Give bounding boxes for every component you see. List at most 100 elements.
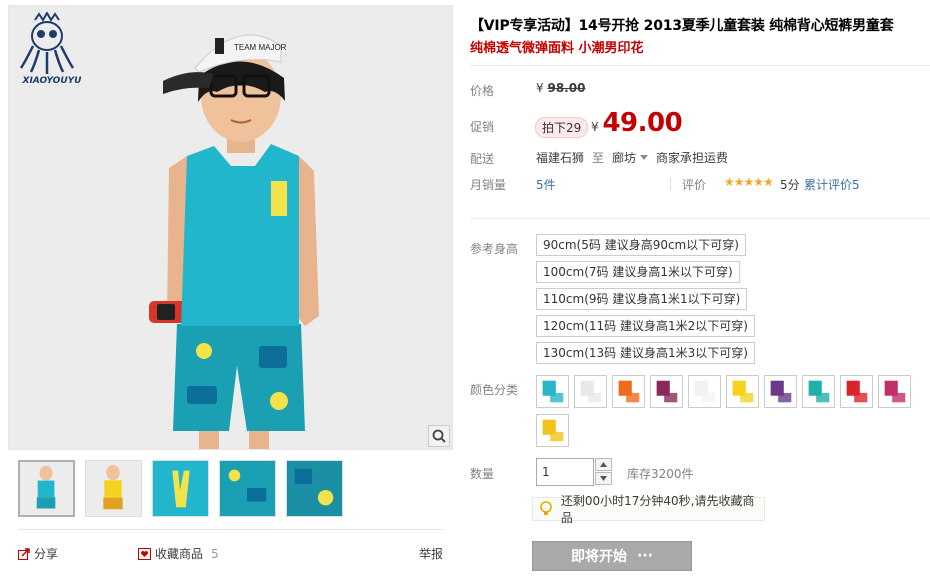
- color-swatch[interactable]: [726, 375, 759, 408]
- coming-soon-button[interactable]: 即将开始 ···: [532, 541, 692, 571]
- product-title: 【VIP专享活动】14号开抢 2013夏季儿童套装 纯棉背心短裤男童套: [470, 18, 894, 34]
- triangle-up-icon: [600, 462, 607, 467]
- promo-price-value: 49.00: [602, 108, 683, 138]
- divider: [470, 65, 930, 66]
- color-swatch-image: [765, 376, 796, 407]
- color-swatch[interactable]: [650, 375, 683, 408]
- color-swatch-image: [537, 415, 568, 446]
- original-price: ¥ 98.00: [536, 81, 585, 95]
- thumbnail-4-image: [220, 461, 275, 516]
- size-options: 90cm(5码 建议身高90cm以下可穿) 100cm(7码 建议身高1米以下可…: [536, 234, 836, 369]
- rating-stars-icon: ★★★★★: [724, 175, 774, 189]
- color-swatch-image: [727, 376, 758, 407]
- color-swatch[interactable]: [764, 375, 797, 408]
- color-swatch-image: [613, 376, 644, 407]
- original-price-currency: ¥: [536, 81, 544, 95]
- share-label: 分享: [34, 547, 59, 561]
- cap-text: TEAM MAJOR: [234, 43, 287, 52]
- octopus-logo-icon: [19, 10, 75, 74]
- promo-price-currency: ¥: [591, 120, 599, 134]
- quantity-increment[interactable]: [595, 458, 612, 471]
- report-link[interactable]: 举报: [419, 545, 443, 562]
- sales-row: 月销量 5件 评价 ★★★★★ 5分 累计评价5: [470, 175, 930, 193]
- review-count-link[interactable]: 累计评价5: [804, 176, 860, 193]
- color-swatch[interactable]: [802, 375, 835, 408]
- thumbnail-strip: [18, 460, 343, 517]
- monthly-sales-value: 5件: [536, 178, 556, 192]
- shipping-note: 商家承担运费: [656, 151, 729, 165]
- coming-soon-label: 即将开始: [571, 549, 628, 565]
- countdown-notice: 还剩00小时17分钟40秒,请先收藏商品: [532, 494, 765, 525]
- favorite-count: 5: [211, 546, 219, 561]
- price-label: 价格: [470, 84, 495, 98]
- color-label: 颜色分类: [470, 383, 519, 397]
- divider: [18, 529, 443, 530]
- thumbnail-2[interactable]: [85, 460, 142, 517]
- color-swatch[interactable]: [688, 375, 721, 408]
- shipping-destination-select[interactable]: 廊坊: [612, 149, 649, 166]
- zoom-button[interactable]: [428, 425, 450, 447]
- promo-price: ¥ 49.00: [591, 108, 683, 138]
- color-swatch-image: [879, 376, 910, 407]
- favorite-icon: [138, 547, 151, 560]
- size-option[interactable]: 100cm(7码 建议身高1米以下可穿): [536, 261, 740, 283]
- favorite-button[interactable]: 收藏商品 5: [138, 545, 219, 562]
- shipping-info: 福建石狮 至 廊坊 商家承担运费: [536, 149, 728, 166]
- main-product-photo[interactable]: TEAM MAJOR XIAOYOUYU: [8, 5, 453, 450]
- color-swatch[interactable]: [840, 375, 873, 408]
- rating-score: 5分: [780, 178, 800, 192]
- color-swatch-image: [575, 376, 606, 407]
- thumbnail-5[interactable]: [286, 460, 343, 517]
- thumbnail-4[interactable]: [219, 460, 276, 517]
- share-icon: [18, 547, 30, 560]
- thumbnail-3[interactable]: [152, 460, 209, 517]
- color-swatch-image: [689, 376, 720, 407]
- share-button[interactable]: 分享: [18, 545, 58, 562]
- color-swatch-image: [841, 376, 872, 407]
- quantity-decrement[interactable]: [595, 472, 612, 485]
- original-price-value: 98.00: [547, 81, 586, 95]
- shipping-destination: 廊坊: [612, 151, 637, 165]
- thumbnail-2-image: [86, 461, 141, 516]
- triangle-down-icon: [600, 476, 607, 481]
- chevron-down-icon: [640, 154, 649, 160]
- coming-soon-dots: ···: [637, 548, 653, 564]
- color-swatch[interactable]: [536, 375, 569, 408]
- color-swatch[interactable]: [574, 375, 607, 408]
- color-swatch[interactable]: [878, 375, 911, 408]
- thumbnail-5-image: [287, 461, 342, 516]
- quantity-label: 数量: [470, 467, 495, 481]
- color-swatch[interactable]: [612, 375, 645, 408]
- divider: [470, 218, 930, 219]
- color-swatch-image: [651, 376, 682, 407]
- review-label: 累计评价: [804, 178, 853, 192]
- product-details: 【VIP专享活动】14号开抢 2013夏季儿童套装 纯棉背心短裤男童套 纯棉透气…: [470, 14, 930, 60]
- color-swatch-image: [803, 376, 834, 407]
- divider: [670, 178, 671, 190]
- quantity-input[interactable]: [536, 458, 594, 486]
- countdown-text: 还剩00小时17分钟40秒,请先收藏商品: [560, 494, 755, 525]
- monthly-sales-label: 月销量: [470, 178, 507, 192]
- thumbnail-1[interactable]: [18, 460, 75, 517]
- thumbnail-1-image: [20, 462, 73, 515]
- favorite-label: 收藏商品: [155, 547, 204, 561]
- shipping-label: 配送: [470, 152, 495, 166]
- size-option[interactable]: 120cm(11码 建议身高1米2以下可穿): [536, 315, 755, 337]
- review-count: 5: [852, 178, 860, 192]
- shipping-to-word: 至: [592, 151, 605, 165]
- product-gallery: TEAM MAJOR XIAOYOUYU 分享 收藏商品 5 举报: [8, 5, 453, 572]
- magnifier-icon: [432, 429, 446, 443]
- brand-logo: XIAOYOUYU: [17, 10, 81, 88]
- color-swatch-image: [537, 376, 568, 407]
- rating-label: 评价: [682, 178, 707, 192]
- promo-label: 促销: [470, 120, 495, 134]
- size-option[interactable]: 110cm(9码 建议身高1米1以下可穿): [536, 288, 748, 310]
- color-swatch[interactable]: [536, 414, 569, 447]
- size-option[interactable]: 130cm(13码 建议身高1米3以下可穿): [536, 342, 755, 364]
- social-bar: 分享 收藏商品 5 举报: [18, 545, 443, 561]
- lightbulb-icon: [539, 501, 553, 517]
- shipping-from: 福建石狮: [536, 151, 585, 165]
- size-option[interactable]: 90cm(5码 建议身高90cm以下可穿): [536, 234, 746, 256]
- size-label: 参考身高: [470, 242, 519, 256]
- promo-badge: 拍下29: [535, 117, 589, 138]
